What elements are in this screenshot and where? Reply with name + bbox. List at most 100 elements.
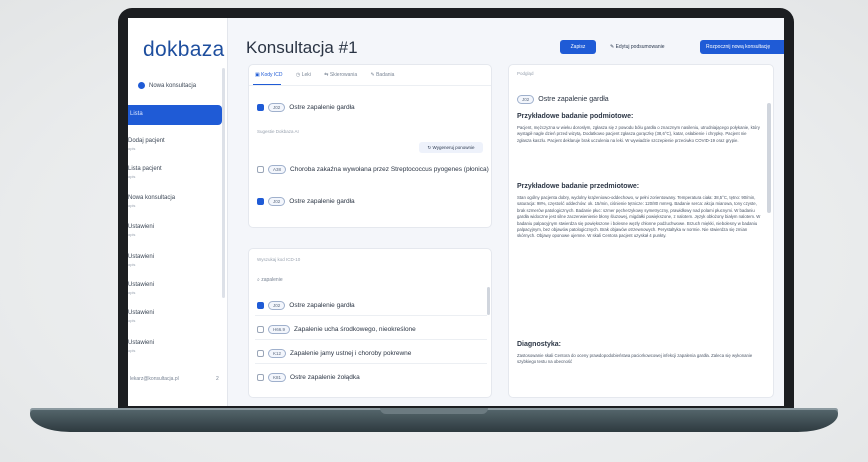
sidebar-item-active-label: Lista — [130, 111, 143, 117]
sidebar-item[interactable]: Ustawieni opis — [128, 310, 154, 323]
tab-label: Leki — [301, 72, 311, 78]
section-heading: Przykładowe badanie przedmiotowe: — [517, 183, 640, 190]
results-scrollbar[interactable] — [487, 287, 490, 315]
sidebar-item-sub: opis — [128, 262, 136, 267]
icd-code-badge: J02 — [517, 95, 535, 104]
save-button[interactable]: Zapisz — [560, 40, 596, 54]
checkbox[interactable] — [257, 302, 264, 309]
sidebar: dokbaza Nowa konsultacja Lista Dodaj pac… — [128, 18, 228, 406]
suggestions-label: Sugestie Dokbaza AI — [257, 129, 299, 134]
suggestion-row[interactable]: A38 Choroba zakaźna wywołana przez Strep… — [257, 165, 490, 174]
icd-label: Ostre zapalenie gardła — [289, 198, 355, 205]
icd-label: Ostre zapalenie żołądka — [290, 374, 360, 381]
icd-label: Ostre zapalenie gardła — [289, 302, 355, 309]
plus-icon — [138, 82, 145, 89]
search-input[interactable]: ⌕ zapalenie — [257, 277, 283, 283]
icd-label: Zapalenie ucha środkowego, nieokreślone — [294, 326, 416, 333]
tab-drugs[interactable]: ◷ Leki — [296, 72, 311, 78]
sidebar-item[interactable]: Lista pacjent opis — [128, 166, 162, 179]
details-label: Podgląd — [517, 71, 534, 76]
sidebar-item-label: Nowa konsultacja — [128, 195, 176, 201]
tab-label: Badania — [376, 72, 395, 78]
sidebar-scrollbar[interactable] — [222, 68, 225, 298]
icd-label: Zapalenie jamy ustnej i choroby pokrewne — [290, 350, 412, 357]
checkbox[interactable] — [257, 350, 264, 357]
sidebar-item-label: Ustawieni — [128, 224, 155, 230]
section-heading: Diagnostyka: — [517, 341, 561, 348]
icd-code-badge: J02 — [268, 197, 286, 206]
search-result-row[interactable]: K81 Ostre zapalenie żołądka — [257, 373, 360, 382]
sidebar-item-sub: opis — [128, 318, 136, 323]
sidebar-item[interactable]: Ustawieni opis — [128, 224, 154, 237]
checkbox[interactable] — [257, 166, 264, 173]
details-title: Ostre zapalenie gardła — [538, 96, 609, 103]
section-heading: Przykładowe badanie podmiotowe: — [517, 113, 634, 120]
sidebar-item[interactable]: Ustawieni opis — [128, 340, 154, 353]
new-consultation-top-button[interactable]: Rozpocznij nową konsultację — [700, 40, 784, 54]
sidebar-item-active[interactable]: Lista — [128, 105, 222, 125]
user-count: 2 — [216, 376, 219, 382]
sidebar-item-label: Ustawieni — [128, 340, 155, 346]
edit-summary-button[interactable]: ✎ Edytuj podsumowanie — [610, 40, 692, 54]
sidebar-item-sub: opis — [128, 203, 136, 208]
tab-bar: ▣ Kody ICD ◷ Leki ⇆ Skierowania ✎ Badani… — [255, 72, 406, 78]
app-logo[interactable]: dokbaza — [143, 38, 225, 62]
sidebar-item-sub: opis — [128, 348, 136, 353]
section-text: Zastosowanie skali Centora do oceny praw… — [517, 353, 753, 365]
icd-code-badge: J02 — [268, 103, 286, 112]
icd-panel: ▣ Kody ICD ◷ Leki ⇆ Skierowania ✎ Badani… — [248, 64, 492, 228]
sidebar-item-sub: opis — [128, 290, 136, 295]
search-result-row[interactable]: K12 Zapalenie jamy ustnej i choroby pokr… — [257, 349, 411, 358]
sidebar-item[interactable]: Dodaj pacjent opis — [128, 138, 165, 151]
new-consultation-button[interactable]: Nowa konsultacja — [138, 82, 196, 89]
sidebar-item-label: Ustawieni — [128, 310, 155, 316]
search-result-row[interactable]: H66.9 Zapalenie ucha środkowego, nieokre… — [257, 325, 416, 334]
sidebar-item-label: Dodaj pacjent — [128, 138, 165, 144]
checkbox[interactable] — [257, 374, 264, 381]
icd-code-badge: K12 — [268, 349, 287, 358]
app-screen: dokbaza Nowa konsultacja Lista Dodaj pac… — [128, 18, 784, 406]
sidebar-item[interactable]: Ustawieni opis — [128, 282, 154, 295]
sidebar-item-sub: opis — [128, 232, 136, 237]
tab-referrals[interactable]: ⇆ Skierowania — [324, 72, 357, 78]
icd-selected-row[interactable]: J02 Ostre zapalenie gardła — [257, 103, 355, 112]
icd-label: Choroba zakaźna wywołana przez Streptoco… — [290, 166, 489, 173]
checkbox[interactable] — [257, 198, 264, 205]
sidebar-item-sub: opis — [128, 146, 136, 151]
icd-code-badge: A38 — [268, 165, 287, 174]
user-email[interactable]: lekarz@konsultacja.pl — [130, 376, 179, 382]
camera-icon — [448, 13, 464, 44]
divider — [249, 85, 491, 86]
sidebar-item-sub: opis — [128, 174, 136, 179]
tab-label: Kody ICD — [261, 72, 283, 78]
edit-summary-label: Edytuj podsumowanie — [615, 44, 665, 50]
divider — [255, 339, 487, 340]
tab-icd[interactable]: ▣ Kody ICD — [255, 72, 283, 78]
page-title: Konsultacja #1 — [246, 38, 358, 57]
sidebar-item[interactable]: Ustawieni opis — [128, 254, 154, 267]
tab-tests[interactable]: ✎ Badania — [371, 72, 395, 78]
tab-label: Skierowania — [329, 72, 358, 78]
icd-search-panel: Wyszukaj kod ICD-10 ⌕ zapalenie J02 Ostr… — [248, 248, 492, 398]
divider — [255, 315, 487, 316]
icd-label: Ostre zapalenie gardła — [289, 104, 355, 111]
sidebar-item-label: Ustawieni — [128, 282, 155, 288]
checkbox[interactable] — [257, 326, 264, 333]
sidebar-item-label: Ustawieni — [128, 254, 155, 260]
details-heading: J02 Ostre zapalenie gardła — [517, 95, 609, 104]
divider — [255, 363, 487, 364]
sidebar-item[interactable]: Nowa konsultacja opis — [128, 195, 175, 208]
sidebar-item-label: Lista pacjent — [128, 166, 162, 172]
laptop-notch — [380, 408, 488, 414]
search-value: zapalenie — [261, 277, 283, 283]
regenerate-button[interactable]: ↻ Wygeneruj ponownie — [419, 142, 483, 153]
checkbox[interactable] — [257, 104, 264, 111]
search-result-row[interactable]: J02 Ostre zapalenie gardła — [257, 301, 355, 310]
icd-code-badge: J02 — [268, 301, 286, 310]
new-consultation-label: Nowa konsultacja — [149, 83, 197, 90]
section-text: Stan ogólny pacjenta dobry, wydolny krąż… — [517, 195, 761, 239]
section-text: Pacjent, mężczyzna w wieku dorosłym, zgł… — [517, 125, 760, 143]
details-scrollbar[interactable] — [767, 103, 771, 213]
suggestion-row[interactable]: J02 Ostre zapalenie gardła — [257, 197, 355, 206]
icd-code-badge: K81 — [268, 373, 287, 382]
